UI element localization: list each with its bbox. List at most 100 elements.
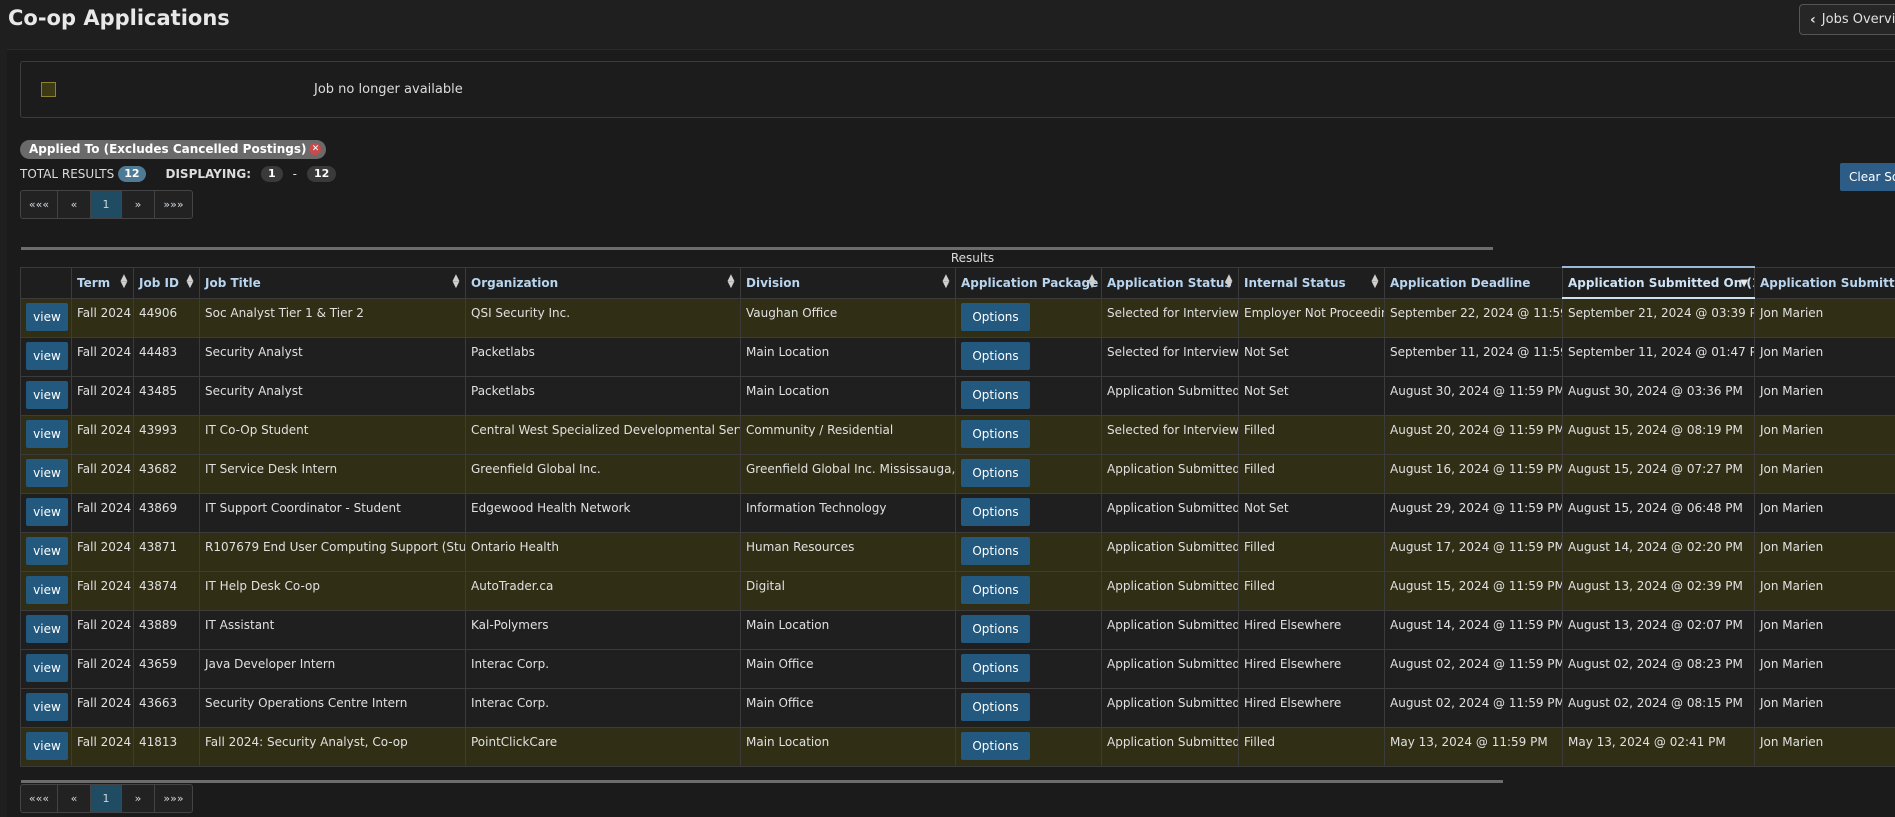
cell-submitted-by: Jon Marien <box>1755 376 1895 415</box>
cell-application-status: Application Submitted <box>1102 688 1239 727</box>
view-button[interactable]: view <box>26 381 68 409</box>
displaying-label: DISPLAYING: <box>166 167 252 181</box>
remove-filter-icon[interactable]: ✕ <box>309 143 321 155</box>
cell-application-deadline: August 17, 2024 @ 11:59 PM <box>1385 532 1563 571</box>
first-page-button[interactable]: ««« <box>21 191 58 218</box>
col-header-application-package[interactable]: Application Package▲▼ <box>956 267 1102 298</box>
table-row: viewFall 202444483Security AnalystPacket… <box>21 337 1895 376</box>
col-header-application-deadline[interactable]: Application Deadline <box>1385 267 1563 298</box>
cell-division: Information Technology <box>741 493 956 532</box>
col-header-job-title[interactable]: Job Title▲▼ <box>200 267 466 298</box>
options-button[interactable]: Options <box>961 498 1030 526</box>
options-button[interactable]: Options <box>961 654 1030 682</box>
view-button[interactable]: view <box>26 654 68 682</box>
page-title: Co-op Applications <box>8 6 230 30</box>
cell-submitted-on: August 15, 2024 @ 07:27 PM <box>1563 454 1755 493</box>
legend-box: Job no longer available <box>20 61 1895 118</box>
cell-application-package: Options <box>956 688 1102 727</box>
last-page-button[interactable]: »»» <box>155 191 192 218</box>
cell-submitted-by: Jon Marien <box>1755 337 1895 376</box>
cell-application-status: Application Submitted <box>1102 493 1239 532</box>
table-row: viewFall 202444906Soc Analyst Tier 1 & T… <box>21 298 1895 337</box>
cell-submitted-on: August 14, 2024 @ 02:20 PM <box>1563 532 1755 571</box>
options-button[interactable]: Options <box>961 459 1030 487</box>
view-button[interactable]: view <box>26 615 68 643</box>
clear-sort-button[interactable]: Clear Sort <box>1840 163 1895 191</box>
view-button[interactable]: view <box>26 420 68 448</box>
cell-submitted-on: August 30, 2024 @ 03:36 PM <box>1563 376 1755 415</box>
col-header-actions <box>21 267 72 298</box>
scrollbar-thumb[interactable] <box>21 247 1493 250</box>
options-button[interactable]: Options <box>961 381 1030 409</box>
cell-term: Fall 2024 <box>72 571 134 610</box>
options-button[interactable]: Options <box>961 615 1030 643</box>
jobs-overview-button[interactable]: ‹ Jobs Overview <box>1799 4 1895 35</box>
options-button[interactable]: Options <box>961 537 1030 565</box>
cell-view: view <box>21 649 72 688</box>
cell-internal-status: Filled <box>1239 571 1385 610</box>
cell-application-deadline: August 30, 2024 @ 11:59 PM <box>1385 376 1563 415</box>
options-button[interactable]: Options <box>961 303 1030 331</box>
sort-icon[interactable]: ▲▼ <box>1224 275 1234 289</box>
col-header-submitted-on[interactable]: Application Submitted On (1)▼ <box>1563 267 1755 298</box>
options-button[interactable]: Options <box>961 693 1030 721</box>
view-button[interactable]: view <box>26 498 68 526</box>
pagination-top: ««« « 1 » »»» <box>20 190 193 219</box>
current-page-button[interactable]: 1 <box>91 191 122 218</box>
sort-icon[interactable]: ▲▼ <box>451 275 461 289</box>
cell-division: Main Office <box>741 688 956 727</box>
col-header-organization[interactable]: Organization▲▼ <box>466 267 741 298</box>
view-button[interactable]: view <box>26 732 68 760</box>
sort-icon[interactable]: ▲▼ <box>185 275 195 289</box>
col-header-application-status[interactable]: Application Status▲▼ <box>1102 267 1239 298</box>
cell-job-title: IT Co-Op Student <box>200 415 466 454</box>
unavailable-swatch <box>41 82 56 97</box>
cell-view: view <box>21 376 72 415</box>
view-button[interactable]: view <box>26 576 68 604</box>
sort-icon[interactable]: ▲▼ <box>941 275 951 289</box>
cell-internal-status: Employer Not Proceeding <box>1239 298 1385 337</box>
cell-term: Fall 2024 <box>72 337 134 376</box>
col-header-division[interactable]: Division▲▼ <box>741 267 956 298</box>
horizontal-scrollbar-top[interactable] <box>21 247 1493 250</box>
cell-organization: Packetlabs <box>466 337 741 376</box>
options-button[interactable]: Options <box>961 420 1030 448</box>
sort-icon[interactable]: ▲▼ <box>119 275 129 289</box>
first-page-button[interactable]: ««« <box>21 785 58 812</box>
cell-division: Main Location <box>741 376 956 415</box>
cell-organization: QSI Security Inc. <box>466 298 741 337</box>
next-page-button[interactable]: » <box>122 191 155 218</box>
prev-page-button[interactable]: « <box>58 785 91 812</box>
view-button[interactable]: view <box>26 537 68 565</box>
col-header-submitted-by[interactable]: Application Submitted By <box>1755 267 1895 298</box>
col-header-label: Job ID <box>139 276 179 290</box>
horizontal-scrollbar-bottom[interactable] <box>21 780 1503 783</box>
cell-term: Fall 2024 <box>72 688 134 727</box>
col-header-job-id[interactable]: Job ID ▲▼ <box>134 267 200 298</box>
cell-application-status: Selected for Interview <box>1102 415 1239 454</box>
view-button[interactable]: view <box>26 459 68 487</box>
view-button[interactable]: view <box>26 342 68 370</box>
sort-desc-icon[interactable]: ▼ <box>1740 278 1748 289</box>
options-button[interactable]: Options <box>961 732 1030 760</box>
last-page-button[interactable]: »»» <box>155 785 192 812</box>
cell-division: Digital <box>741 571 956 610</box>
options-button[interactable]: Options <box>961 342 1030 370</box>
scrollbar-thumb[interactable] <box>21 780 1503 783</box>
cell-job-id: 43889 <box>134 610 200 649</box>
view-button[interactable]: view <box>26 693 68 721</box>
prev-page-button[interactable]: « <box>58 191 91 218</box>
filter-pill: Applied To (Excludes Cancelled Postings)… <box>20 140 326 159</box>
current-page-button[interactable]: 1 <box>91 785 122 812</box>
col-header-internal-status[interactable]: Internal Status▲▼ <box>1239 267 1385 298</box>
sort-icon[interactable]: ▲▼ <box>1087 275 1097 289</box>
next-page-button[interactable]: » <box>122 785 155 812</box>
view-button[interactable]: view <box>26 303 68 331</box>
sort-icon[interactable]: ▲▼ <box>726 275 736 289</box>
cell-job-id: 41813 <box>134 727 200 766</box>
col-header-term[interactable]: Term▲▼ <box>72 267 134 298</box>
cell-division: Main Office <box>741 649 956 688</box>
cell-application-deadline: August 20, 2024 @ 11:59 PM <box>1385 415 1563 454</box>
sort-icon[interactable]: ▲▼ <box>1370 275 1380 289</box>
options-button[interactable]: Options <box>961 576 1030 604</box>
